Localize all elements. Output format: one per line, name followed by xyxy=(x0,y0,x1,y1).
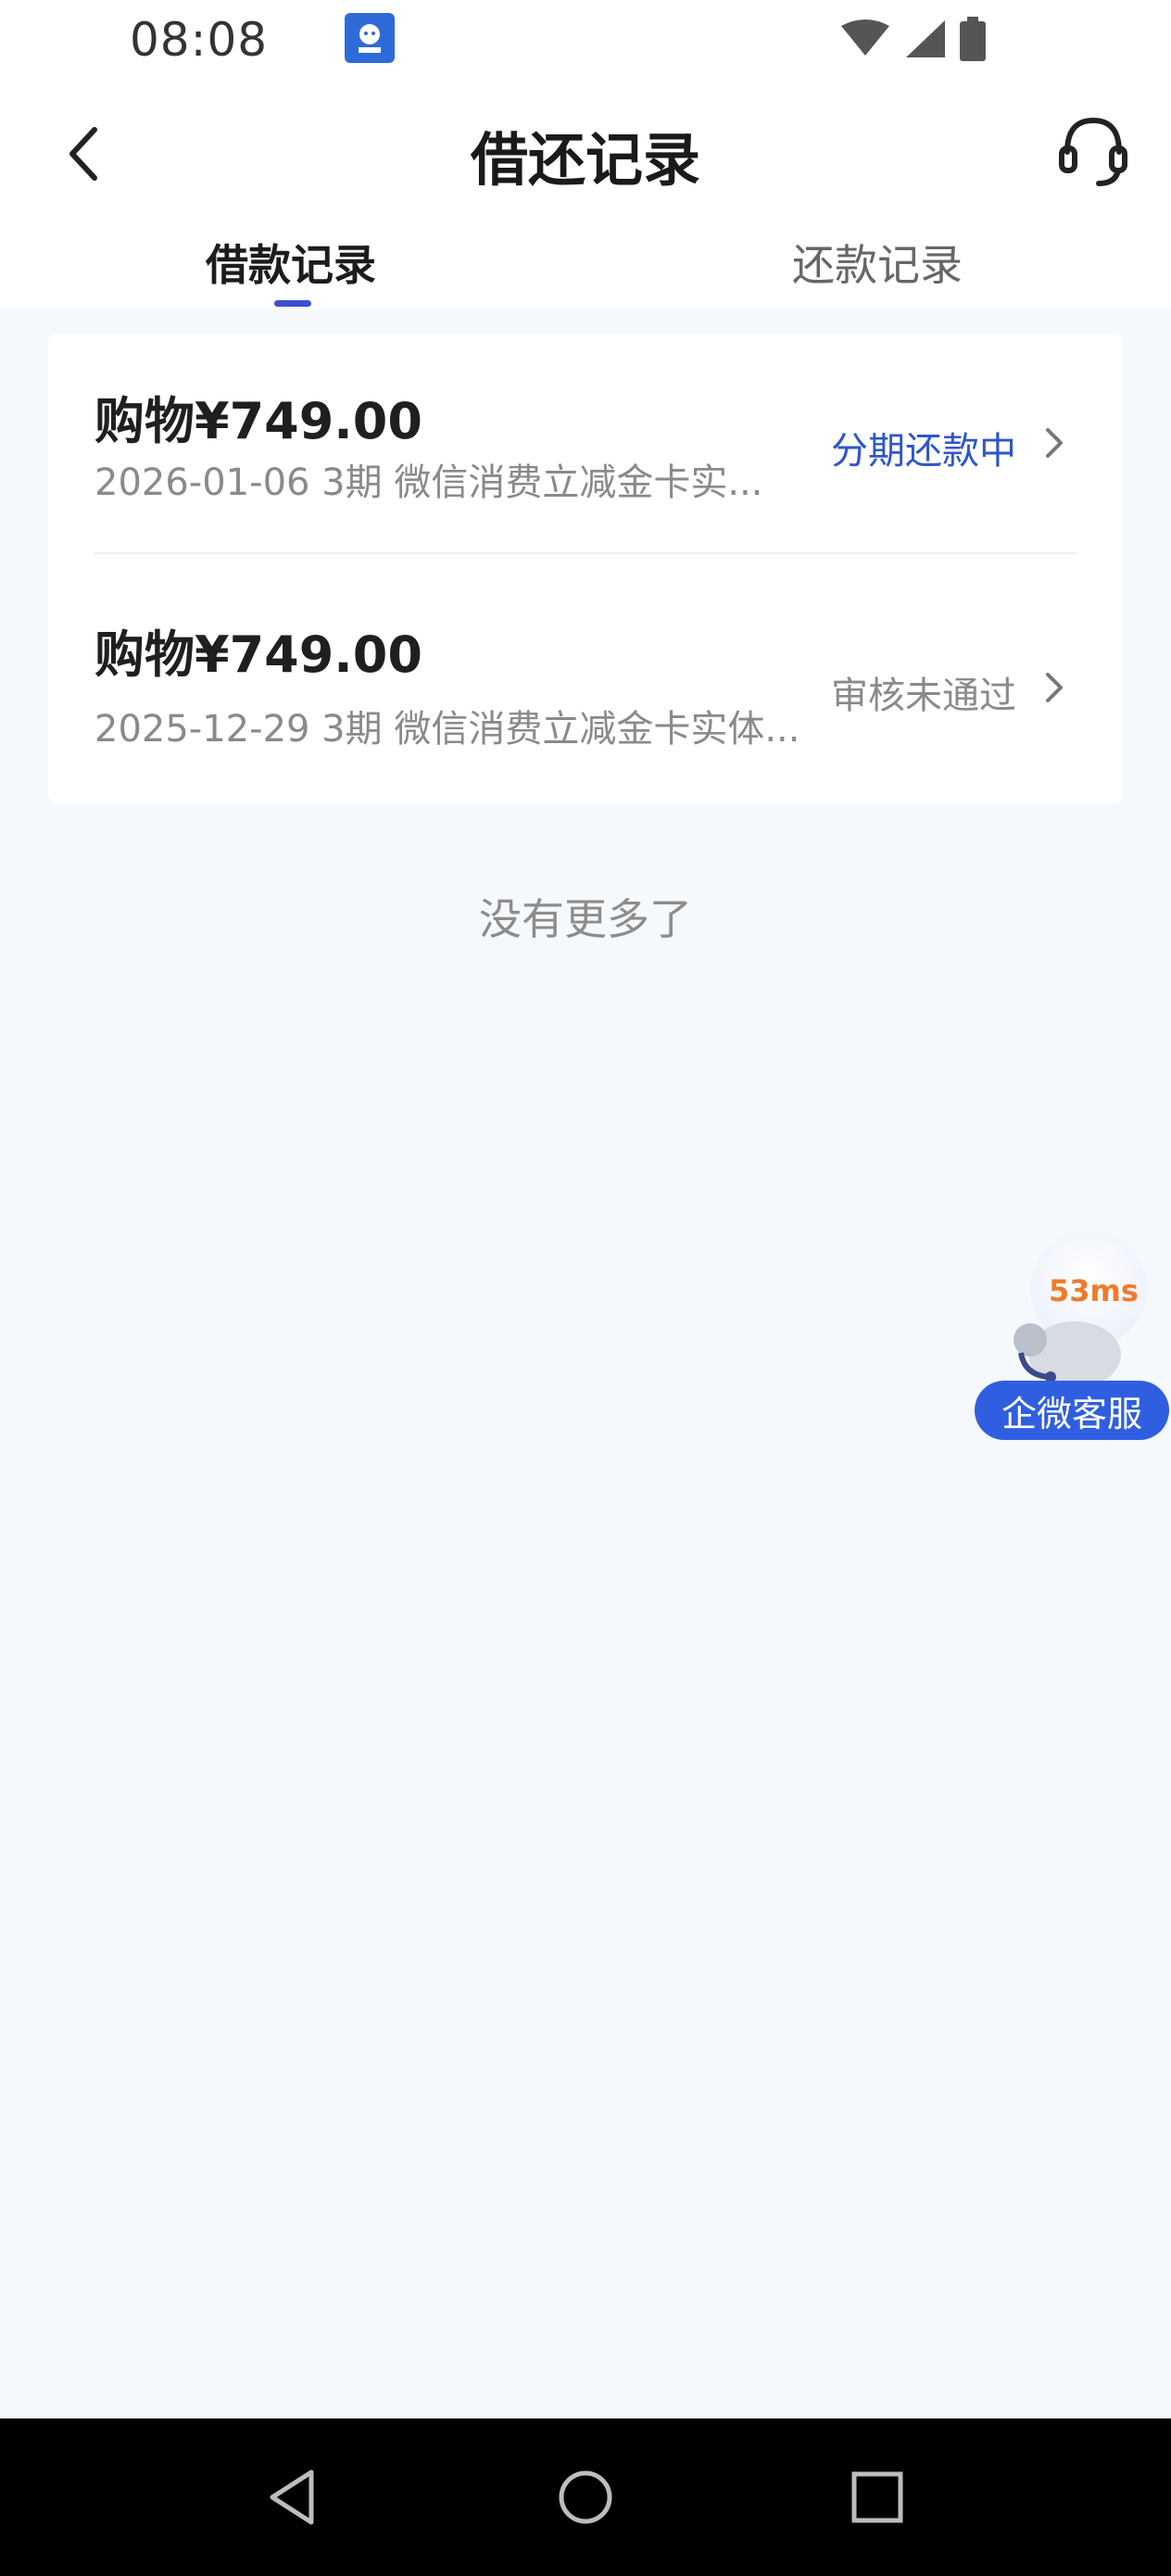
app-notification-icon xyxy=(345,13,395,63)
record-detail: 2026-01-06 3期 微信消费立减金卡实... xyxy=(94,461,763,504)
record-amount: 购物¥749.00 xyxy=(94,392,422,450)
floating-support-button[interactable]: 53ms 企微客服 xyxy=(975,1225,1171,1444)
top-panel: 08:08 借还记录 借款记录 还款记录 xyxy=(0,0,1171,309)
nav-recent-icon[interactable] xyxy=(845,2465,910,2530)
status-icons xyxy=(839,17,986,61)
records-card: 购物¥749.00 2026-01-06 3期 微信消费立减金卡实... 分期还… xyxy=(48,334,1123,804)
headset-icon[interactable] xyxy=(1056,111,1130,189)
nav-back-icon[interactable] xyxy=(263,2465,328,2530)
system-nav-bar xyxy=(0,2418,1171,2576)
record-amount: 购物¥749.00 xyxy=(94,625,422,684)
chevron-right-icon xyxy=(1046,428,1063,458)
record-row[interactable]: 购物¥749.00 2026-01-06 3期 微信消费立减金卡实... 分期还… xyxy=(48,334,1123,569)
record-status: 审核未通过 xyxy=(831,675,1016,717)
tab-repay-records[interactable]: 还款记录 xyxy=(792,232,963,293)
page-title: 借还记录 xyxy=(470,126,700,194)
record-status: 分期还款中 xyxy=(831,430,1016,473)
no-more-text: 没有更多了 xyxy=(479,894,692,944)
wifi-icon xyxy=(841,19,889,56)
tab-borrow-records[interactable]: 借款记录 xyxy=(206,232,376,293)
signal-icon xyxy=(906,20,945,57)
record-row[interactable]: 购物¥749.00 2025-12-29 3期 微信消费立减金卡实体... 审核… xyxy=(48,569,1123,804)
support-label: 企微客服 xyxy=(975,1381,1169,1440)
divider xyxy=(94,552,1077,554)
nav-home-icon[interactable] xyxy=(553,2465,618,2530)
record-detail: 2025-12-29 3期 微信消费立减金卡实体... xyxy=(94,708,800,751)
tab-indicator xyxy=(274,300,311,307)
battery-icon xyxy=(960,17,986,61)
status-time: 08:08 xyxy=(130,13,269,67)
chevron-right-icon xyxy=(1046,673,1063,702)
